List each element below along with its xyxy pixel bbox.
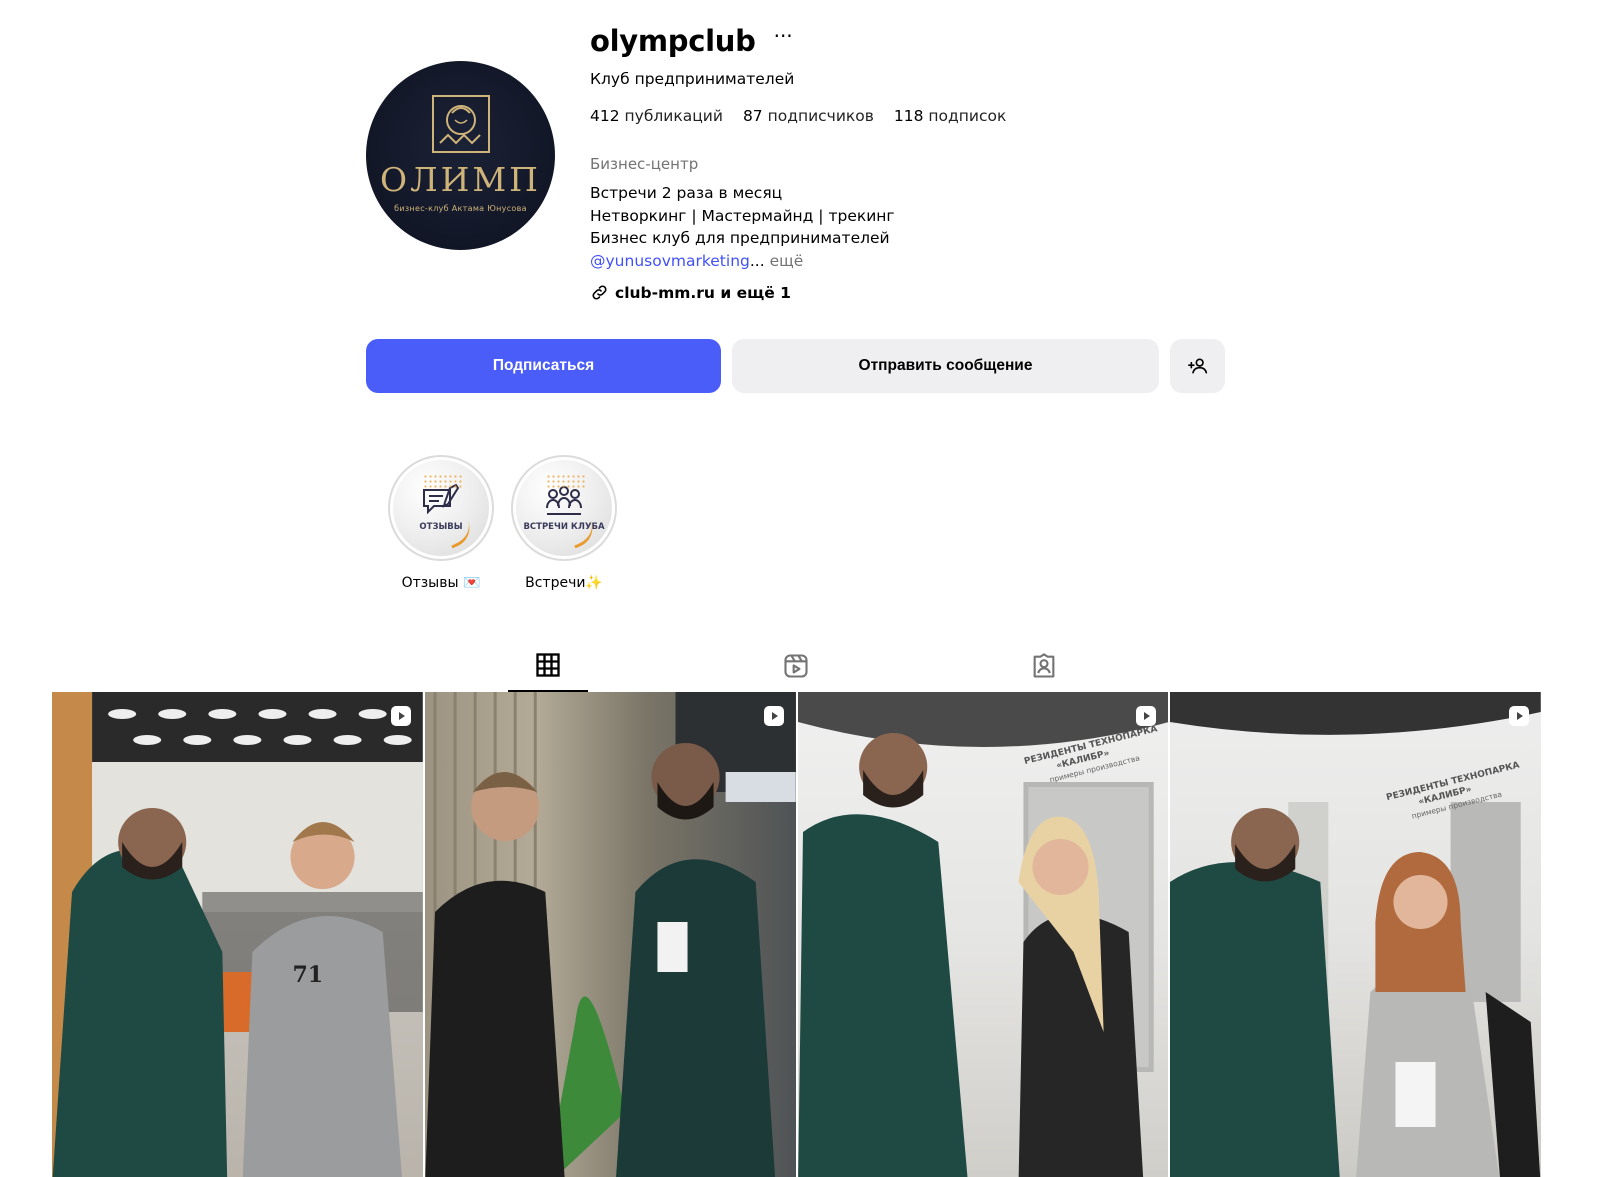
reels-icon [784, 654, 808, 678]
external-link[interactable]: club-mm.ru и ещё 1 [590, 283, 791, 302]
full-name: Клуб предпринимателей [590, 70, 795, 88]
highlight-meetings[interactable]: ВСТРЕЧИ КЛУБА Встречи✨ [510, 455, 618, 591]
highlight-cover: ВСТРЕЧИ КЛУБА [516, 460, 612, 556]
link-icon [592, 285, 607, 300]
profile-tabs [0, 640, 1600, 692]
grid-icon [536, 653, 560, 677]
following-label: подписок [928, 107, 1007, 125]
highlight-label: Отзывы 💌 [401, 575, 481, 591]
laurel-head-logo-icon [431, 94, 490, 153]
post-image: 71 [52, 692, 423, 1177]
post-image [425, 692, 796, 1177]
posts-count-stat: 412 публикаций [590, 107, 723, 125]
bio-more-button[interactable]: ещё [765, 252, 804, 270]
username: olympclub [590, 24, 756, 58]
following-stat[interactable]: 118 подписок [894, 107, 1006, 125]
username-row: olympclub ··· [590, 24, 793, 58]
add-person-icon [1187, 358, 1207, 374]
bio-ellipsis: ... [749, 251, 765, 270]
reel-badge-icon [1136, 706, 1157, 726]
post-thumbnail[interactable]: РЕЗИДЕНТЫ ТЕХНОПАРКА «КАЛИБР» примеры пр… [797, 692, 1169, 1177]
decorative-dots [546, 474, 586, 488]
logo-wordmark: ОЛИМП [380, 159, 541, 199]
external-link-text: club-mm.ru и ещё 1 [615, 283, 791, 302]
bio-mention-link[interactable]: @yunusovmarketing [590, 252, 750, 270]
followers-count: 87 [742, 107, 763, 125]
post-thumbnail[interactable]: 71 [52, 692, 423, 1177]
bio-line: Встречи 2 раза в месяц [590, 184, 783, 202]
post-image: РЕЗИДЕНТЫ ТЕХНОПАРКА «КАЛИБР» примеры пр… [797, 692, 1169, 1177]
tab-tagged[interactable] [1004, 640, 1084, 692]
tagged-icon [1033, 653, 1055, 678]
reel-badge-icon [1509, 706, 1529, 726]
bio-line: Бизнес клуб для предпринимателей [590, 229, 890, 247]
highlight-reviews[interactable]: ОТЗЫВЫ Отзывы 💌 [387, 455, 495, 591]
posts-label: публикаций [624, 107, 723, 125]
highlight-cover: ОТЗЫВЫ [393, 460, 489, 556]
meeting-group-icon [546, 486, 582, 515]
tab-posts[interactable] [508, 640, 588, 692]
follow-button[interactable]: Подписаться [366, 339, 721, 393]
followers-label: подписчиков [767, 107, 874, 125]
post-image: РЕЗИДЕНТЫ ТЕХНОПАРКА «КАЛИБР» примеры пр… [1170, 692, 1541, 1177]
more-options-button[interactable]: ··· [774, 26, 793, 46]
profile-page: ОЛИМП бизнес-клуб Актама Юнусова olympcl… [0, 0, 1600, 1177]
profile-category: Бизнес-центр [590, 155, 699, 173]
decorative-dots [423, 474, 463, 488]
bio-mention-line: @yunusovmarketing... ещё [590, 250, 895, 273]
profile-stats: 412 публикаций 87 подписчиков 118 подпис… [590, 107, 1006, 125]
posts-count: 412 [590, 107, 620, 125]
svg-text:71: 71 [292, 962, 323, 988]
tab-reels[interactable] [756, 640, 836, 692]
profile-bio: Встречи 2 раза в месяц Нетворкинг | Маст… [590, 182, 895, 272]
bio-line: Нетворкинг | Мастермайнд | трекинг [590, 206, 895, 225]
following-count: 118 [893, 107, 924, 125]
followers-stat[interactable]: 87 подписчиков [743, 107, 874, 125]
highlight-ring: ОТЗЫВЫ [388, 455, 494, 561]
reel-badge-icon [763, 706, 784, 726]
highlight-label: Встречи✨ [525, 575, 603, 591]
review-chat-icon [423, 484, 460, 515]
profile-avatar[interactable]: ОЛИМП бизнес-клуб Актама Юнусова [366, 61, 555, 250]
post-thumbnail[interactable] [424, 692, 796, 1177]
highlight-ring: ВСТРЕЧИ КЛУБА [511, 455, 617, 561]
post-thumbnail[interactable]: РЕЗИДЕНТЫ ТЕХНОПАРКА «КАЛИБР» примеры пр… [1170, 692, 1541, 1177]
logo-subtitle: бизнес-клуб Актама Юнусова [394, 203, 527, 213]
reel-badge-icon [390, 706, 411, 726]
suggest-people-button[interactable] [1170, 339, 1225, 393]
send-message-button[interactable]: Отправить сообщение [732, 339, 1159, 393]
posts-grid: 71 РЕЗИДЕНТЫ ТЕХНОПАРКА «КАЛИБР» примеры… [52, 692, 1541, 1177]
